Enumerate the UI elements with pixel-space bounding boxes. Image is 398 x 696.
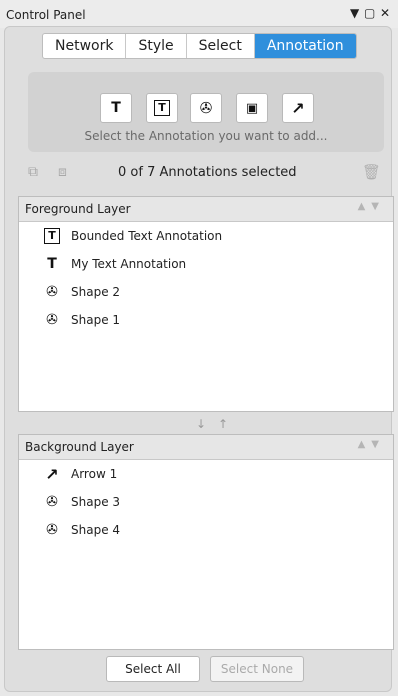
ungroup-icon[interactable]: ⧈ — [58, 164, 67, 180]
add-bounded-text-button[interactable]: T — [146, 93, 178, 123]
shape-icon: ✇ — [46, 494, 58, 510]
list-item-label: My Text Annotation — [71, 257, 187, 271]
move-layer-arrows-icon[interactable]: ↓↑ — [196, 417, 240, 431]
arrow-icon: ↗ — [291, 98, 305, 118]
tab-annotation[interactable]: Annotation — [254, 34, 356, 58]
float-icon[interactable]: ▢ — [364, 6, 375, 20]
annotation-toolbox: T T ✇ ▣ ↗ Select the Annotation you want… — [28, 72, 384, 152]
foreground-layer-panel: Foreground Layer ▲▼ T Bounded Text Annot… — [18, 196, 394, 412]
trash-icon[interactable]: 🗑 — [362, 163, 381, 181]
tab-select[interactable]: Select — [187, 34, 255, 58]
dropdown-icon[interactable]: ▼ — [350, 6, 359, 20]
add-image-button[interactable]: ▣ — [236, 93, 268, 123]
foreground-layer-title: Foreground Layer — [25, 202, 131, 216]
add-shape-button[interactable]: ✇ — [190, 93, 222, 123]
layer-order-arrows-icon[interactable]: ▲▼ — [358, 439, 385, 450]
background-layer-header: Background Layer ▲▼ — [19, 435, 393, 460]
background-layer-panel: Background Layer ▲▼ ↗ Arrow 1 ✇ Shape 3 … — [18, 434, 394, 650]
add-text-button[interactable]: T — [100, 93, 132, 123]
toolbox-hint: Select the Annotation you want to add... — [84, 129, 328, 143]
bounded-text-icon: T — [43, 227, 61, 245]
list-item[interactable]: ↗ Arrow 1 — [19, 460, 393, 488]
text-icon: T — [111, 100, 121, 116]
tab-bar: Network Style Select Annotation — [42, 33, 357, 59]
select-all-button[interactable]: Select All — [106, 656, 200, 682]
list-item-label: Arrow 1 — [71, 467, 118, 481]
shape-icon: ✇ — [46, 522, 58, 538]
list-item[interactable]: ✇ Shape 4 — [19, 516, 393, 544]
close-icon[interactable]: ✕ — [380, 6, 390, 20]
layer-order-arrows-icon[interactable]: ▲▼ — [358, 201, 385, 212]
text-icon: T — [47, 256, 57, 272]
list-item[interactable]: ✇ Shape 2 — [19, 278, 393, 306]
tab-network[interactable]: Network — [43, 34, 127, 58]
arrow-icon: ↗ — [45, 464, 59, 484]
add-arrow-button[interactable]: ↗ — [282, 93, 314, 123]
list-item-label: Shape 1 — [71, 313, 121, 327]
background-layer-title: Background Layer — [25, 440, 134, 454]
group-icon[interactable]: ⧉ — [28, 164, 38, 180]
list-item-label: Bounded Text Annotation — [71, 229, 223, 243]
list-item[interactable]: T My Text Annotation — [19, 250, 393, 278]
image-icon: ▣ — [245, 100, 259, 116]
list-item[interactable]: ✇ Shape 1 — [19, 306, 393, 334]
list-item-label: Shape 4 — [71, 523, 121, 537]
list-item[interactable]: T Bounded Text Annotation — [19, 222, 393, 250]
list-item-label: Shape 2 — [71, 285, 121, 299]
shape-icon: ✇ — [199, 99, 213, 117]
shape-icon: ✇ — [46, 284, 58, 300]
list-item-label: Shape 3 — [71, 495, 121, 509]
tab-style[interactable]: Style — [126, 34, 187, 58]
shape-icon: ✇ — [46, 312, 58, 328]
select-none-button[interactable]: Select None — [210, 656, 304, 682]
window-title: Control Panel — [6, 8, 86, 22]
list-item[interactable]: ✇ Shape 3 — [19, 488, 393, 516]
selection-status: 0 of 7 Annotations selected — [118, 165, 297, 180]
window-titlebar: Control Panel ▼ ▢ ✕ — [0, 0, 398, 28]
foreground-layer-header: Foreground Layer ▲▼ — [19, 197, 393, 222]
bounded-text-icon: T — [154, 100, 170, 116]
